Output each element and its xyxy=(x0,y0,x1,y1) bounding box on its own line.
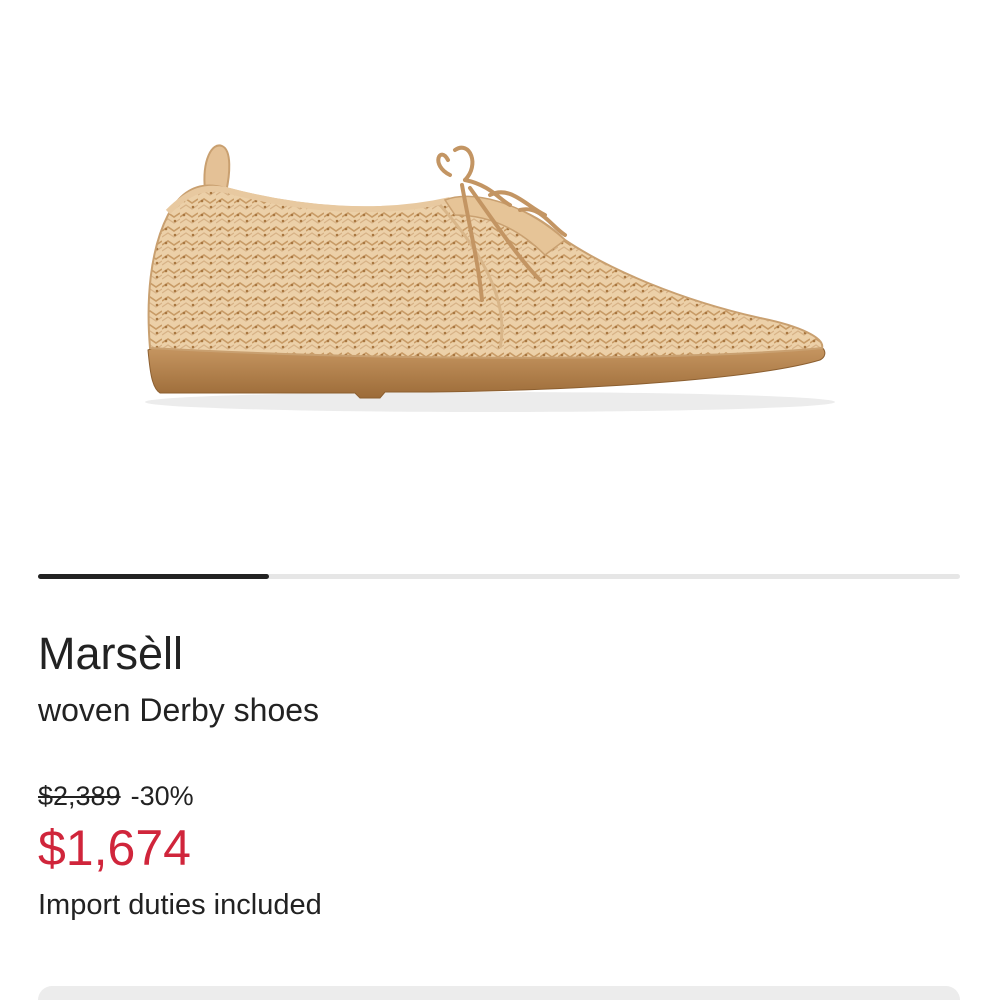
product-page: Marsèll woven Derby shoes $2,389 -30% $1,… xyxy=(0,0,1000,1000)
discount-badge: -30% xyxy=(130,781,194,811)
size-select-button[interactable] xyxy=(38,986,960,1000)
product-name: woven Derby shoes xyxy=(38,692,320,728)
gallery-progress-track xyxy=(38,574,960,579)
brand-name[interactable]: Marsèll xyxy=(38,628,183,680)
price-row: $2,389 -30% xyxy=(38,779,194,813)
original-price: $2,389 xyxy=(38,781,121,811)
shoe-image xyxy=(145,144,835,412)
gallery-progress-indicator xyxy=(38,574,269,579)
import-duties-note: Import duties included xyxy=(38,889,322,921)
product-image-gallery[interactable] xyxy=(0,0,1000,560)
sale-price: $1,674 xyxy=(38,820,191,876)
